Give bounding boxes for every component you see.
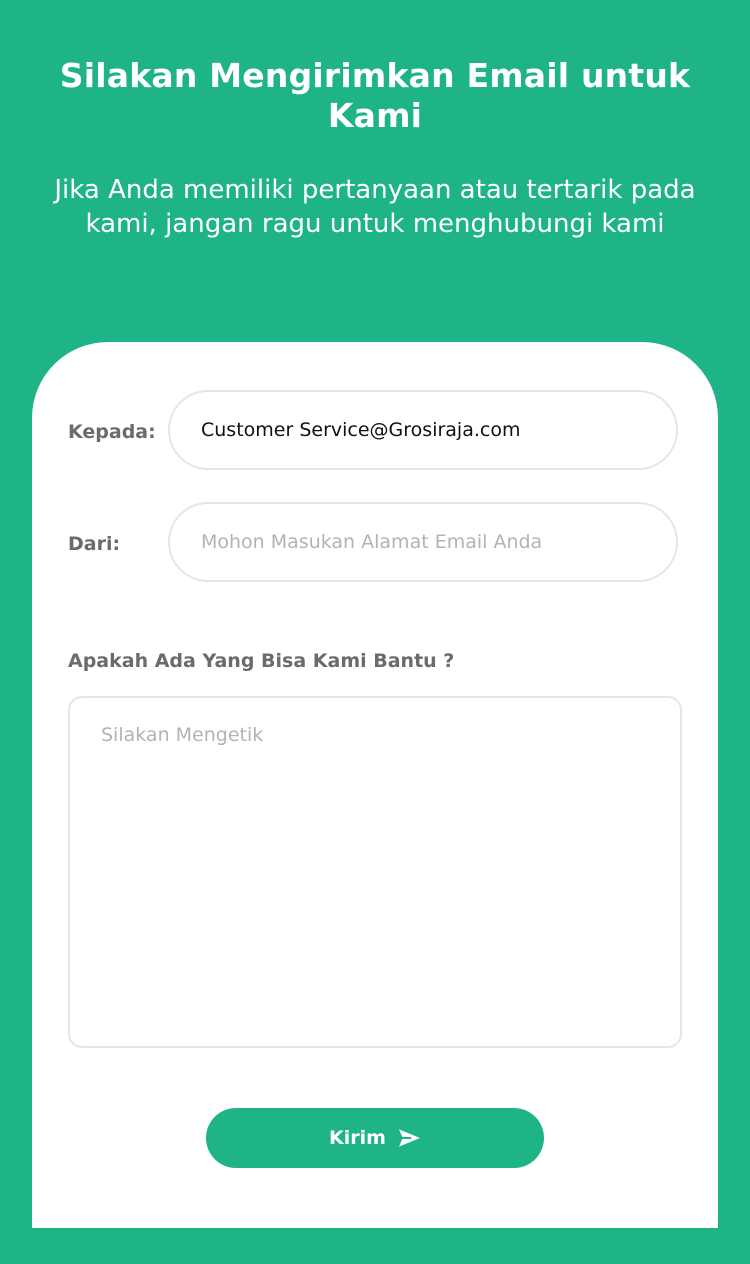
page-title: Silakan Mengirimkan Email untuk Kami <box>59 56 691 135</box>
from-label: Dari: <box>68 533 121 555</box>
send-button-label: Kirim <box>329 1127 386 1149</box>
page-header: Silakan Mengirimkan Email untuk Kami Jik… <box>0 0 750 241</box>
send-button[interactable]: Kirim <box>206 1108 544 1168</box>
send-icon <box>398 1129 420 1147</box>
page-subtitle: Jika Anda memiliki pertanyaan atau terta… <box>54 175 696 239</box>
message-textarea[interactable]: Silakan Mengetik <box>68 696 682 1048</box>
message-question-label: Apakah Ada Yang Bisa Kami Bantu ? <box>68 650 455 672</box>
email-form-card: Kepada: Customer Service@Grosiraja.com D… <box>32 342 718 1228</box>
from-email-input[interactable]: Mohon Masukan Alamat Email Anda <box>168 502 678 582</box>
to-field[interactable]: Customer Service@Grosiraja.com <box>168 390 678 470</box>
to-label: Kepada: <box>68 421 156 443</box>
